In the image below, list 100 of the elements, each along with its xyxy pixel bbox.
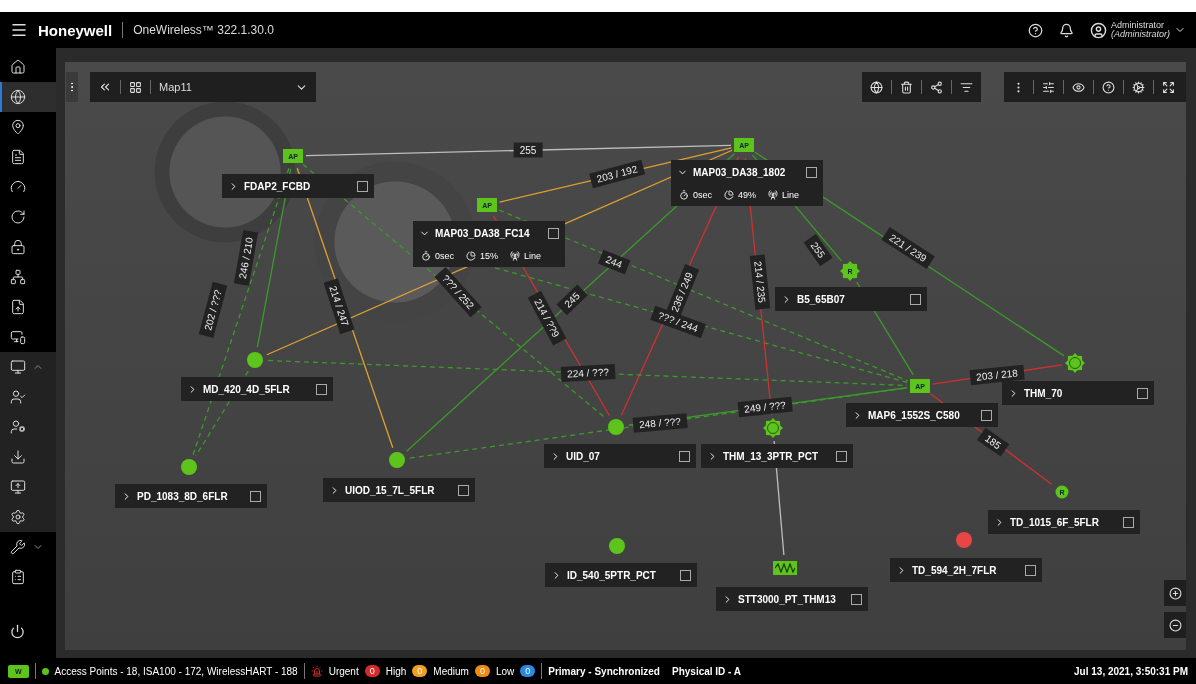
device-card[interactable]: UIOD_15_7L_5FLR — [323, 478, 475, 502]
brand-logo: Honeywell — [38, 21, 113, 39]
checkbox[interactable] — [806, 166, 817, 178]
device-card[interactable]: TD_1015_6F_5FLR — [988, 510, 1140, 534]
physical-id: Physical ID - A — [672, 665, 742, 677]
checkbox[interactable] — [981, 409, 992, 421]
file-upload-icon — [10, 299, 26, 315]
device-card[interactable]: ID_540_5PTR_PCT — [545, 563, 697, 587]
zoom-in-button[interactable] — [1164, 580, 1186, 606]
panel-menu-button[interactable] — [66, 72, 78, 102]
checkbox[interactable] — [1025, 564, 1036, 576]
device-card[interactable]: MAP03_DA38_1802 0sec 49% Line — [671, 160, 823, 206]
device-card[interactable]: B5_65B07 — [775, 287, 927, 311]
device-name: FDAP2_FCBD — [244, 180, 312, 192]
refresh-icon — [10, 209, 26, 225]
fullscreen-icon[interactable] — [1162, 80, 1175, 94]
device-card[interactable]: THM_13_3PTR_PCT — [701, 444, 853, 468]
device-detail: 0sec — [693, 190, 712, 200]
alarm-label: Urgent — [328, 665, 359, 677]
checkbox[interactable] — [316, 383, 327, 395]
device-name: B5_65B07 — [797, 293, 846, 305]
help-icon[interactable] — [1102, 80, 1115, 94]
collapse-icon[interactable] — [98, 80, 112, 94]
checkbox[interactable] — [836, 450, 847, 462]
device-summary: Access Points - 18, ISA100 - 172, WirelessHART - 188 — [54, 665, 298, 677]
network-icon — [10, 269, 26, 285]
document-icon — [10, 149, 26, 165]
device-detail: Line — [782, 190, 800, 200]
device-card[interactable]: UID_07 — [544, 444, 696, 468]
eye-icon[interactable] — [1072, 80, 1085, 94]
device-name: THM_70 — [1024, 387, 1064, 399]
device-name: MAP03_DA38_1802 — [693, 166, 787, 178]
device-name: STT3000_PT_THM13 — [738, 593, 837, 605]
checkbox[interactable] — [910, 293, 921, 305]
device-card[interactable]: MD_420_4D_5FLR — [181, 377, 333, 401]
power-icon — [10, 623, 25, 639]
grid-icon[interactable] — [129, 80, 142, 94]
download-icon — [10, 449, 26, 465]
globe-icon[interactable] — [870, 80, 883, 94]
device-name: UIOD_15_7L_5FLR — [345, 484, 436, 496]
device-name: TD_1015_6F_5FLR — [1010, 516, 1100, 528]
user-check-icon — [10, 389, 26, 405]
plus-icon — [1168, 586, 1182, 600]
checkbox[interactable] — [548, 227, 559, 239]
timer-icon — [679, 190, 689, 200]
gauge-icon — [10, 179, 26, 195]
bell-icon[interactable] — [1059, 22, 1074, 38]
trash-icon[interactable] — [900, 80, 913, 94]
filter-icon[interactable] — [960, 80, 973, 94]
help-icon[interactable] — [1028, 22, 1043, 38]
zoom-out-button[interactable] — [1164, 612, 1186, 638]
map-dropdown[interactable]: Map11 — [159, 80, 308, 94]
checkbox[interactable] — [250, 490, 261, 502]
minus-icon — [1168, 618, 1182, 632]
tools-icon — [10, 539, 26, 555]
device-name: PD_1083_8D_6FLR — [137, 490, 229, 502]
menu-icon[interactable] — [10, 21, 28, 39]
sync-status: Primary - Synchronized — [548, 665, 660, 677]
checkbox[interactable] — [1137, 387, 1148, 399]
device-detail: 0sec — [435, 251, 454, 261]
device-card[interactable]: MAP03_DA38_FC14 0sec 15% Line — [413, 221, 565, 267]
lock-icon — [10, 239, 26, 255]
report-icon — [10, 569, 26, 585]
device-card[interactable]: TD_594_2H_7FLR — [890, 558, 1042, 582]
user-gear-icon — [10, 419, 26, 435]
status-dot — [41, 667, 49, 675]
product-version: OneWireless™ 322.1.30.0 — [133, 23, 274, 37]
device-name: THM_13_3PTR_PCT — [723, 450, 820, 462]
share-icon[interactable] — [930, 80, 943, 94]
monitor-upload-icon — [10, 479, 26, 495]
alarm-count[interactable]: 0 — [520, 665, 536, 677]
checkbox[interactable] — [458, 484, 469, 496]
alarm-label: Medium — [433, 665, 469, 677]
settings-icon[interactable] — [1132, 80, 1145, 94]
settings-icon — [10, 509, 26, 525]
checkbox[interactable] — [679, 450, 690, 462]
sensor-marker[interactable] — [773, 561, 797, 575]
device-card[interactable]: STT3000_PT_THM13 — [716, 587, 868, 611]
device-card[interactable]: PD_1083_8D_6FLR — [115, 484, 267, 508]
checkbox[interactable] — [680, 569, 691, 581]
checkbox[interactable] — [357, 180, 368, 192]
siren-icon — [310, 665, 323, 677]
device-card[interactable]: MAP6_1552S_C580 — [846, 403, 998, 427]
antenna-icon — [510, 251, 521, 261]
device-card[interactable]: THM_70 — [1002, 381, 1154, 405]
antenna-icon — [768, 190, 779, 200]
globe-monitor-icon — [10, 89, 26, 105]
device-detail: 49% — [738, 190, 757, 200]
alarm-count[interactable]: 0 — [364, 665, 380, 677]
device-card[interactable]: FDAP2_FCBD — [222, 174, 374, 198]
sidebar-item[interactable] — [0, 82, 56, 112]
checkbox[interactable] — [1123, 516, 1134, 528]
device-name: TD_594_2H_7FLR — [912, 564, 998, 576]
device-name: MAP6_1552S_C580 — [868, 409, 961, 421]
alarm-label: High — [385, 665, 407, 677]
sliders-icon[interactable] — [1042, 80, 1055, 94]
home-icon — [10, 59, 26, 75]
checkbox[interactable] — [851, 593, 862, 605]
user-menu[interactable]: Administrator (Administrator) — [1090, 21, 1186, 39]
pie-chart-icon — [724, 190, 734, 200]
